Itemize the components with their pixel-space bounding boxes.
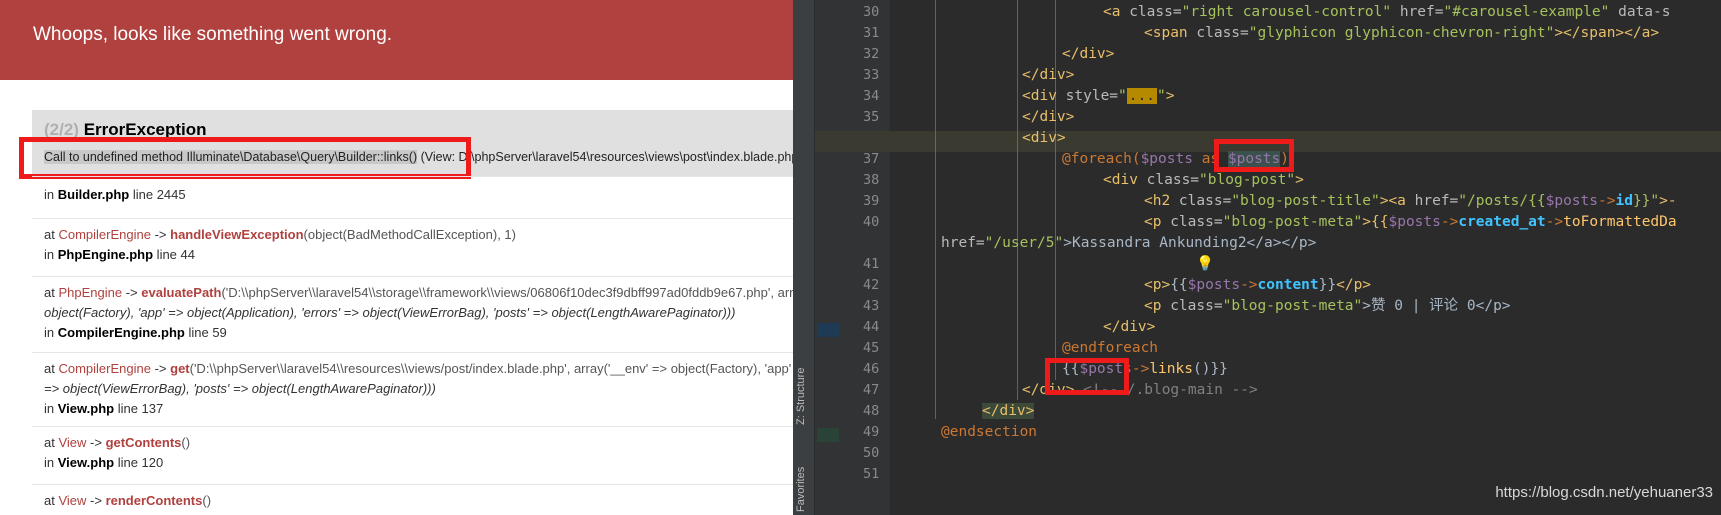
watermark-url: https://blog.csdn.net/yehuaner33 [1495,484,1713,501]
code-line-36: <div> [1022,130,1066,146]
favorites-tab[interactable]: Favorites [795,467,807,512]
red-highlight-box [1214,139,1294,172]
code-editor: Z: Structure Favorites 30313233343536373… [793,0,1721,515]
stack-frame[interactable]: at CompilerEngine -> get('D:\\phpServer\… [32,352,793,426]
code-line-45: @endforeach [1062,340,1159,356]
code-line-40: <p class="blog-post-meta">{{$posts->crea… [1144,214,1677,230]
code-line-39: <h2 class="blog-post-title"><a href="/po… [1144,193,1677,209]
code-line-40-wrap: href="/user/5">Kassandra Ankunding2</a><… [941,235,1317,251]
frame-method: getContents [105,435,182,450]
code-line-48: </div> [982,403,1035,419]
code-line-33: </div> [1022,67,1075,83]
red-highlight-box [19,137,471,179]
red-highlight-box [1045,358,1129,395]
frame-class: View [58,435,87,450]
frame-file: Builder.php [57,187,130,202]
frame-file: PhpEngine.php [57,247,154,262]
frame-call: at View -> getContents() [44,435,191,450]
frame-file: View.php [57,401,115,416]
code-line-44: </div> [1103,319,1156,335]
stack-frame[interactable]: at PhpEngine -> evaluatePath('D:\\phpSer… [32,276,793,350]
code-line-42: <p>{{$posts->content}}</p> [1144,277,1372,293]
code-line-38: <div class="blog-post"> [1103,172,1304,188]
frame-args-continued: object(Factory), 'app' => object(Applica… [44,305,736,320]
frame-class: CompilerEngine [58,227,151,242]
code-line-49: @endsection [941,424,1038,440]
exception-message-view: (View: D:\phpServer\laravel54\resources\… [417,150,793,164]
indent-guide [1055,0,1056,380]
code-line-32: </div> [1062,46,1115,62]
frame-location: in Builder.php line 2445 [44,187,186,202]
code-line-34: <div style="... "> [1022,88,1175,104]
code-area[interactable]: <a class="right carousel-control" href="… [890,0,1721,515]
frame-location: in PhpEngine.php line 44 [44,247,195,262]
frame-class: View [58,493,87,508]
frame-location: in View.php line 137 [44,401,164,416]
structure-tab[interactable]: Z: Structure [795,368,807,425]
frame-class: CompilerEngine [58,361,151,376]
frame-method: evaluatePath [141,285,222,300]
folded-code[interactable]: ... [1126,88,1157,104]
frame-call: at View -> renderContents() [44,493,212,508]
frame-class: PhpEngine [58,285,123,300]
code-line-43: <p class="blog-post-meta">赞 0 | 评论 0</p> [1144,298,1511,314]
code-line-35: </div> [1022,109,1075,125]
frame-method: handleViewException [170,227,304,242]
error-page: Whoops, looks like something went wrong.… [0,0,793,515]
frame-file: View.php [57,455,115,470]
tool-window-strip: Z: Structure Favorites [793,0,815,515]
frame-location: in CompilerEngine.php line 59 [44,325,227,340]
stack-frame[interactable]: at View -> renderContents() [32,484,793,515]
code-line-31: <span class="glyphicon glyphicon-chevron… [1144,25,1660,41]
stack-frame[interactable]: at View -> getContents() in View.php lin… [32,426,793,480]
frame-file: CompilerEngine.php [57,325,185,340]
frame-args-continued: => object(ViewErrorBag), 'posts' => obje… [44,381,436,396]
indent-guide [1017,0,1018,400]
frame-call: at CompilerEngine -> handleViewException… [44,227,516,242]
change-marker [817,323,839,337]
change-marker [817,428,839,442]
stack-frame[interactable]: at CompilerEngine -> handleViewException… [32,218,793,272]
frame-call: at CompilerEngine -> get('D:\\phpServer\… [44,361,793,376]
error-header: Whoops, looks like something went wrong. [0,0,793,80]
frame-method: renderContents [105,493,203,508]
frame-location: in View.php line 120 [44,455,164,470]
stack-frame[interactable]: in Builder.php line 2445 [32,176,793,210]
indent-guide [935,0,936,419]
frame-method: get [170,361,190,376]
error-header-title: Whoops, looks like something went wrong. [33,24,393,45]
code-line-30: <a class="right carousel-control" href="… [1103,4,1671,20]
frame-call: at PhpEngine -> evaluatePath('D:\\phpSer… [44,285,793,300]
lightbulb-icon[interactable]: 💡 [1196,254,1214,275]
